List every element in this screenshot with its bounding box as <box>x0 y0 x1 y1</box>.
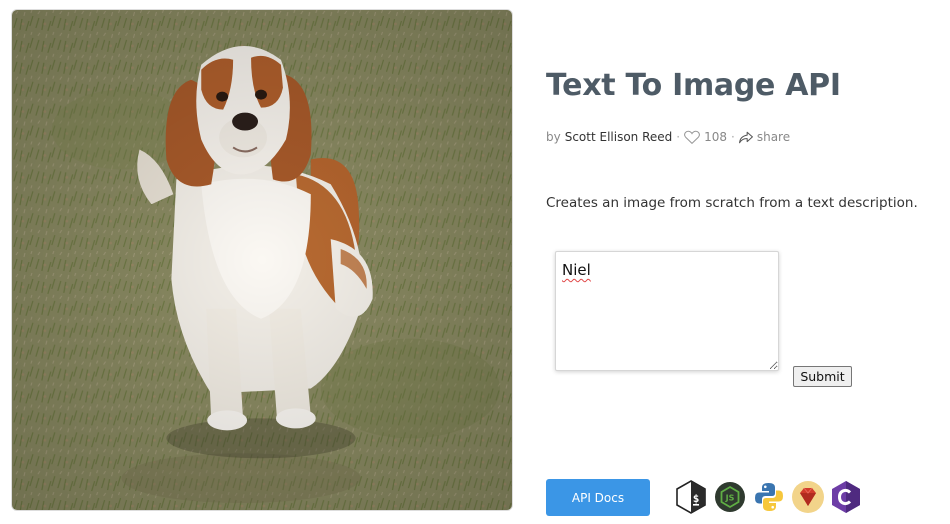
nodejs-icon[interactable]: JS <box>713 480 747 514</box>
share-button[interactable]: share <box>738 130 791 144</box>
separator: · <box>676 130 681 144</box>
ruby-icon[interactable] <box>791 480 825 514</box>
author-link[interactable]: Scott Ellison Reed <box>565 130 673 144</box>
page-title: Text To Image API <box>546 68 841 103</box>
text-input[interactable] <box>555 251 779 371</box>
share-icon <box>738 131 753 143</box>
svg-text:$: $ <box>693 492 700 505</box>
svg-text:JS: JS <box>725 494 735 503</box>
description: Creates an image from scratch from a tex… <box>546 195 918 211</box>
author-meta: by Scott Ellison Reed · 108 · share <box>546 129 790 145</box>
api-docs-button[interactable]: API Docs <box>546 479 650 516</box>
dog-illustration <box>12 10 512 510</box>
bash-icon[interactable]: $ <box>674 480 708 514</box>
share-label: share <box>756 130 791 144</box>
by-label: by <box>546 130 561 144</box>
separator: · <box>731 130 735 144</box>
like-button[interactable]: 108 <box>684 130 727 144</box>
result-image <box>11 9 513 511</box>
csharp-icon[interactable] <box>829 480 863 514</box>
heart-icon <box>684 130 701 144</box>
like-count: 108 <box>704 130 728 144</box>
python-icon[interactable] <box>752 480 786 514</box>
submit-button[interactable]: Submit <box>793 366 852 387</box>
